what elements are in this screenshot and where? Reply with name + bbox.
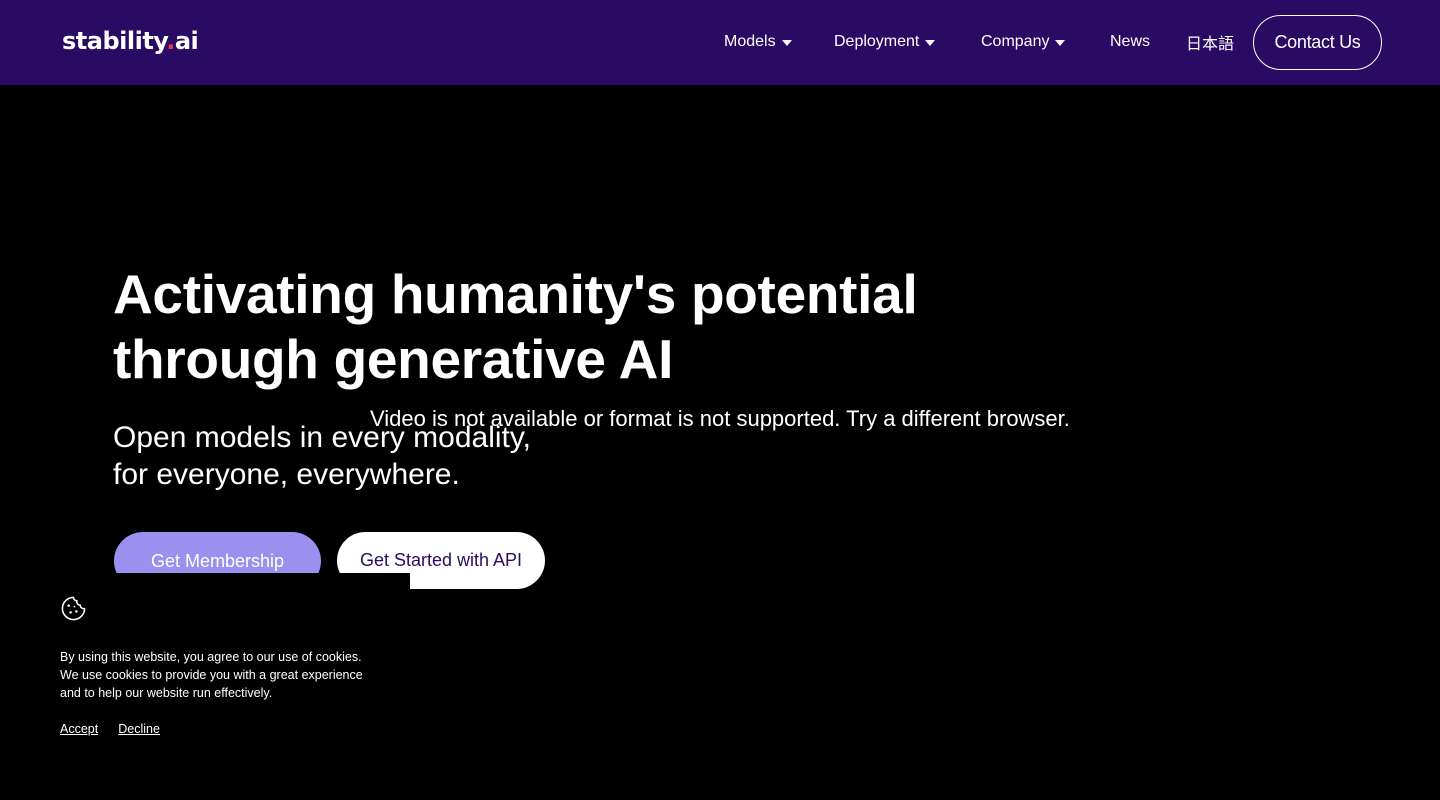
stability-ai-logo[interactable]: stability.ai [62, 26, 199, 56]
cookie-accept-link[interactable]: Accept [60, 722, 98, 736]
chevron-down-icon [781, 40, 792, 46]
hero-title: Activating humanity's potential through … [113, 262, 1013, 392]
cookie-actions: Accept Decline [60, 722, 160, 736]
hero-title-line-2: through generative AI [113, 328, 674, 390]
chevron-down-icon [925, 40, 936, 46]
nav-item-label: Deployment [834, 33, 920, 50]
nav-item-label: Company [981, 33, 1050, 50]
logo-suffix: ai [174, 27, 199, 55]
nav-item-models[interactable]: Models [724, 28, 792, 56]
hero-subtitle-line-2: for everyone, everywhere. [113, 458, 460, 491]
nav-item-label: News [1110, 33, 1151, 50]
logo-text: stability [62, 27, 167, 55]
cookie-text-line-2: We use cookies to provide you with a gre… [60, 668, 363, 682]
logo-dot: . [166, 27, 175, 55]
cookie-icon [61, 596, 86, 621]
nav-item-label: Models [724, 33, 776, 50]
nav-item-label: 日本語 [1186, 36, 1235, 53]
cookie-text-line-1: By using this website, you agree to our … [60, 650, 362, 664]
nav-item-company[interactable]: Company [981, 28, 1066, 56]
chevron-down-icon [1055, 40, 1066, 46]
top-navigation-bar: stability.ai Models Deployment Company N… [0, 0, 1440, 85]
nav-item-japanese[interactable]: 日本語 [1186, 28, 1234, 56]
cookie-decline-link[interactable]: Decline [118, 722, 160, 736]
hero-title-line-1: Activating humanity's potential [113, 263, 918, 325]
nav-item-deployment[interactable]: Deployment [834, 28, 936, 56]
cookie-consent-text: By using this website, you agree to our … [60, 648, 400, 702]
video-unavailable-message: Video is not available or format is not … [370, 406, 1070, 431]
contact-us-button[interactable]: Contact Us [1253, 15, 1382, 70]
cookie-text-line-3: and to help our website run effectively. [60, 686, 273, 700]
nav-item-news[interactable]: News [1110, 28, 1150, 56]
